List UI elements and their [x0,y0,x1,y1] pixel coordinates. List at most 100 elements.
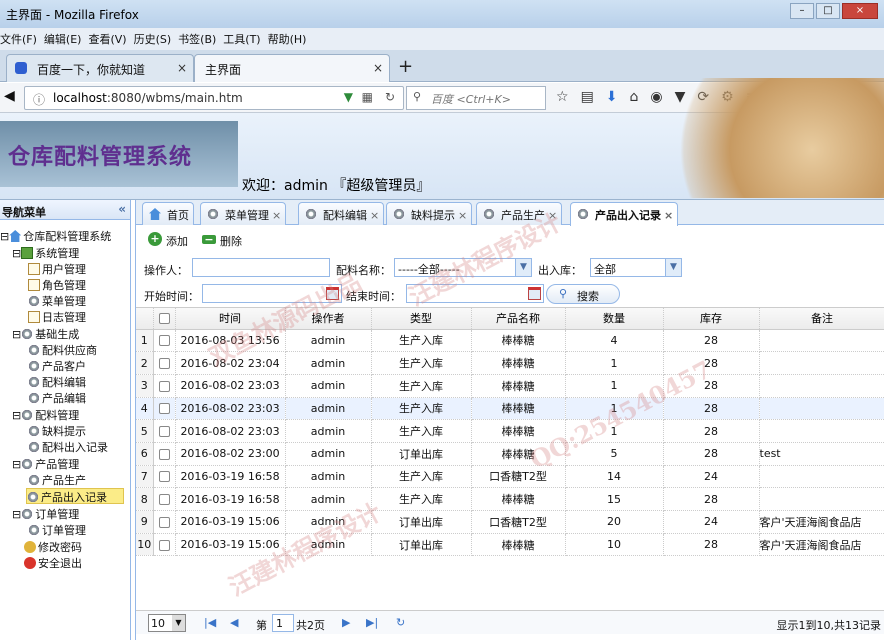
table-row[interactable]: 3 2016-08-02 23:03 admin 生产入库 棒棒糖 1 28 [136,374,884,398]
start-time-input[interactable] [202,284,342,303]
search-button[interactable]: ⚲ 搜索 [546,284,620,304]
tree-item-logout[interactable]: 安全退出 [24,555,82,571]
header-time[interactable]: 时间 [175,308,286,330]
menu-help[interactable]: 帮助(H) [268,31,314,47]
table-row[interactable]: 4 2016-08-02 23:03 admin 生产入库 棒棒糖 1 28 [136,397,884,421]
tree-item-product-records[interactable]: 产品出入记录 [26,488,124,504]
row-checkbox[interactable] [153,465,176,489]
calendar-icon[interactable] [528,287,541,300]
calendar-icon[interactable] [326,287,339,300]
table-row[interactable]: 1 2016-08-03 13:56 admin 生产入库 棒棒糖 4 28 [136,329,884,353]
close-tab-icon[interactable]: × [664,209,673,222]
header-quantity[interactable]: 数量 [565,308,664,330]
search-input[interactable]: ⚲ 百度 <Ctrl+K> [406,86,546,110]
menu-edit[interactable]: 编辑(E) [44,31,89,47]
tree-item-supplier[interactable]: 配料供应商 [28,342,97,358]
url-bar[interactable]: ⓘ localhost:8080/wbms/main.htm ▼ ▦ ↻ [24,86,404,110]
tree-item-customer[interactable]: 产品客户 [28,358,86,374]
row-checkbox[interactable] [153,533,176,557]
tree-group-order[interactable]: ⊟ 订单管理 [12,506,79,522]
tree-item-log[interactable]: 日志管理 [28,309,86,325]
tree-item-shortage[interactable]: 缺料提示 [28,423,86,439]
tree-item-change-password[interactable]: 修改密码 [24,539,82,555]
tree-group-product[interactable]: ⊟ 产品管理 [12,456,79,472]
reload-icon[interactable]: ↻ [385,90,395,104]
close-button[interactable]: × [842,3,878,19]
row-checkbox[interactable] [153,442,176,466]
row-checkbox[interactable] [153,419,176,443]
header-type[interactable]: 类型 [371,308,472,330]
home-icon[interactable]: ⌂ [630,89,639,105]
delete-button[interactable]: − 删除 [202,233,242,249]
prev-page-icon[interactable]: ◀ [230,616,238,629]
tree-group-basic[interactable]: ⊟ 基础生成 [12,326,79,342]
table-row[interactable]: 9 2016-03-19 15:06 admin 订单出库 口香糖T2型 20 24 客户'天… [136,510,884,534]
chevron-down-icon[interactable]: ▼ [665,259,681,276]
close-tab-icon[interactable]: × [548,209,557,222]
tree-item-material-edit[interactable]: 配料编辑 [28,374,86,390]
bookmark-star-icon[interactable]: ☆ [556,89,569,105]
maximize-button[interactable]: □ [816,3,840,19]
qr-icon[interactable]: ▦ [362,90,373,104]
end-time-input[interactable] [406,284,544,303]
menu-bookmarks[interactable]: 书签(B) [178,31,223,47]
tree-group-material[interactable]: ⊟ 配料管理 [12,407,79,423]
tree-item-order[interactable]: 订单管理 [28,522,86,538]
row-checkbox[interactable] [153,374,176,398]
material-select[interactable]: -----全部----- ▼ [394,258,532,277]
back-arrow-icon[interactable]: ◀ [4,88,15,104]
tab-product-records[interactable]: 产品出入记录 × [570,202,679,226]
close-tab-icon[interactable]: × [458,209,467,222]
tree-item-role[interactable]: 角色管理 [28,277,86,293]
menu-history[interactable]: 历史(S) [134,31,179,47]
tree-root[interactable]: ⊟ 仓库配料管理系统 [0,228,111,244]
info-icon[interactable]: ⓘ [33,91,45,108]
new-tab-button[interactable]: + [398,56,413,77]
table-row[interactable]: 2 2016-08-02 23:04 admin 生产入库 棒棒糖 1 28 [136,351,884,375]
browser-tab-main[interactable]: 主界面 × [194,54,390,82]
operator-input[interactable] [192,258,330,277]
header-operator[interactable]: 操作者 [285,308,372,330]
close-tab-icon[interactable]: × [177,61,187,75]
tree-item-material-records[interactable]: 配料出入记录 [28,439,108,455]
reading-list-icon[interactable]: ▤ [581,89,594,105]
tab-shortage[interactable]: 缺料提示 × [386,202,473,225]
row-checkbox[interactable] [153,510,176,534]
tab-production[interactable]: 产品生产 × [476,202,563,225]
tree-item-user[interactable]: 用户管理 [28,261,86,277]
row-checkbox[interactable] [153,329,176,353]
select-all-checkbox[interactable] [153,308,176,330]
shield-icon[interactable]: ▼ [344,90,353,104]
collapse-icon[interactable]: « [118,202,126,216]
inout-select[interactable]: 全部 ▼ [590,258,682,277]
minimize-button[interactable]: – [790,3,814,19]
menu-file[interactable]: 文件(F) [0,31,44,47]
table-row[interactable]: 8 2016-03-19 16:58 admin 生产入库 棒棒糖 15 28 [136,487,884,511]
tab-home[interactable]: 首页 [142,202,194,225]
tree-group-system[interactable]: ⊟ 系统管理 [12,245,79,261]
last-page-icon[interactable]: ▶| [366,616,378,629]
close-tab-icon[interactable]: × [272,209,281,222]
table-row[interactable]: 7 2016-03-19 16:58 admin 生产入库 口香糖T2型 14 24 [136,465,884,489]
close-tab-icon[interactable]: × [373,61,383,75]
menu-view[interactable]: 查看(V) [88,31,133,47]
header-note[interactable]: 备注 [759,308,884,330]
header-product[interactable]: 产品名称 [471,308,566,330]
download-icon[interactable]: ⬇ [606,89,618,105]
tree-item-product-edit[interactable]: 产品编辑 [28,390,86,406]
row-checkbox[interactable] [153,397,176,421]
next-page-icon[interactable]: ▶ [342,616,350,629]
tab-menu-management[interactable]: 菜单管理 × [200,202,287,225]
header-stock[interactable]: 库存 [663,308,760,330]
menu-tools[interactable]: 工具(T) [223,31,267,47]
tree-item-menu[interactable]: 菜单管理 [28,293,86,309]
table-row[interactable]: 6 2016-08-02 23:00 admin 订单出库 棒棒糖 5 28 test [136,442,884,466]
row-checkbox[interactable] [153,351,176,375]
table-row[interactable]: 5 2016-08-02 23:03 admin 生产入库 棒棒糖 1 28 [136,419,884,443]
tab-material-edit[interactable]: 配料编辑 × [298,202,385,225]
close-tab-icon[interactable]: × [370,209,379,222]
browser-tab-baidu[interactable]: 百度一下，你就知道 × [6,54,194,82]
chevron-down-icon[interactable]: ▼ [515,259,531,276]
row-checkbox[interactable] [153,487,176,511]
page-size-select[interactable]: 10 ▼ [148,614,186,632]
